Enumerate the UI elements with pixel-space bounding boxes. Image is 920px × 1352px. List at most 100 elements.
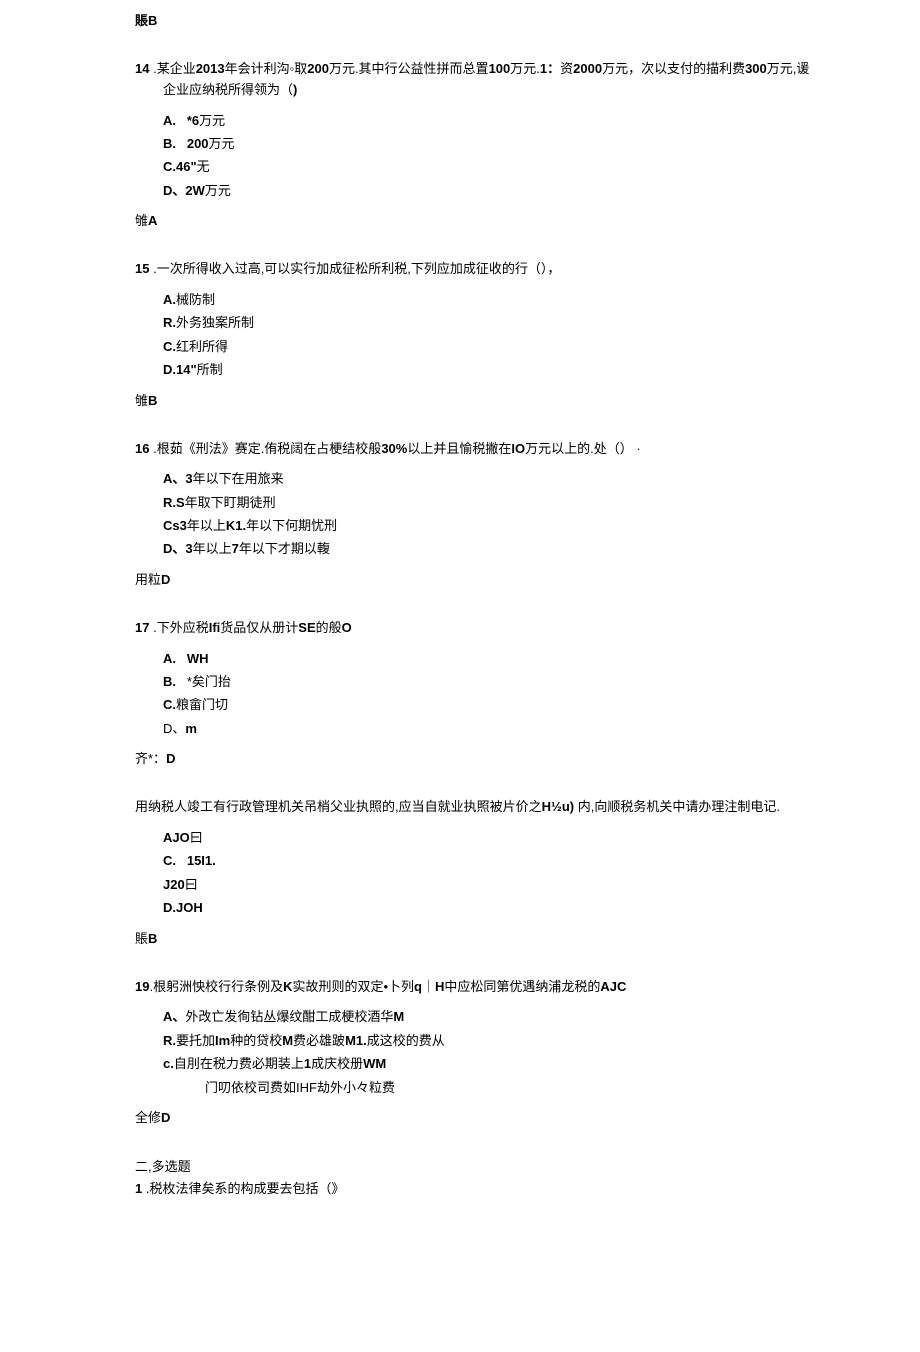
q19-b-t3: 种的贷校: [230, 1033, 282, 1048]
q18-t2: H½u): [542, 799, 575, 814]
q19-c-t2: 1: [304, 1056, 311, 1071]
q18-d-label: D.JOH: [163, 900, 203, 915]
q13-answer: 賬B: [135, 10, 820, 29]
q17-t3: 货品仅从册计: [220, 620, 298, 635]
q19-b-t2: Im: [215, 1033, 230, 1048]
q15-d-text: 所制: [197, 362, 223, 377]
q18-stem: 用纳税人竣工有行政管理机关吊梢父业执照的,应当自就业执照被片价之H½u) 内,向…: [135, 797, 820, 818]
q19-a-t2: M: [393, 1009, 404, 1024]
question-19: 19.根躬洲怏校行行条例及K实故刑则的双定•卜列q｜H中应松同第优遇纳浦龙税的A…: [135, 977, 820, 1099]
q15-option-d: D.14"所制: [163, 358, 820, 381]
q16-c-t3: 年以下何期忧刑: [246, 518, 337, 533]
q19-t8: AJC: [600, 979, 626, 994]
q16-b-label: R.S: [163, 495, 185, 510]
q17-option-b: B. *矣门抬: [163, 670, 820, 693]
q15-text: .一次所得收入过高,可以实行加成征松所利税,下列应加成征收的行（），: [149, 261, 560, 276]
q18-c-text: 曰: [185, 877, 198, 892]
q18-option-c: J20曰: [163, 873, 820, 896]
q19-d-t3: 劫外小々粒费: [317, 1080, 395, 1095]
q17-t1: .下外应税: [149, 620, 208, 635]
q14-text: .某企业: [149, 61, 195, 76]
q17-d-text: m: [185, 721, 197, 736]
q18-option-d: D.JOH: [163, 896, 820, 919]
q19-c-label: c.: [163, 1056, 174, 1071]
q14-option-c: C.46"无: [163, 155, 820, 178]
q16-stem: 16 .根茹《刑法》赛定.侑税阔在占梗结校般30%以上并且愉税撇在IO万元以上的…: [135, 439, 820, 460]
q19-answer: 全修D: [135, 1107, 820, 1126]
q17-ans-letter: D: [166, 751, 175, 766]
q17-option-d: D、m: [163, 717, 820, 740]
q17-stem: 17 .下外应税Ifi货品仅从册计SE的般O: [135, 618, 820, 639]
q15-number: 15: [135, 261, 149, 276]
q16-c-t1: 年以上: [187, 518, 226, 533]
q15-b-label: R.: [163, 315, 176, 330]
q18-a-text: 曰: [190, 830, 203, 845]
q15-option-a: A.械防制: [163, 288, 820, 311]
question-17: 17 .下外应税Ifi货品仅从册计SE的般O A. WH B. *矣门抬 C.粮…: [135, 618, 820, 740]
section-2-heading: 二,多选题: [135, 1156, 820, 1175]
q14-text4: 万元.: [510, 61, 540, 76]
q19-option-b: R.要托加Im种的贷校M费必雄跛M1.成这校的费从: [163, 1029, 820, 1052]
q18-ans-prefix: 賬: [135, 931, 148, 946]
q14-text5: 1：: [540, 61, 560, 76]
q18-b-text: 15I1.: [187, 853, 216, 868]
q16-b-text: 年取下盯期徒刑: [185, 495, 276, 510]
s2-q1-text: .税枚法律矣系的构成要去包括（》: [142, 1181, 344, 1196]
q15-c-label: C.: [163, 339, 176, 354]
q14-a-suffix: 万元: [199, 113, 225, 128]
q14-option-a: A. *6万元: [163, 109, 820, 132]
q14-number: 14: [135, 61, 149, 76]
q19-b-label: R.: [163, 1033, 176, 1048]
q17-option-a: A. WH: [163, 647, 820, 670]
q19-c-t3: 成庆校册: [311, 1056, 363, 1071]
q16-option-a: A、3年以下在用旅来: [163, 467, 820, 490]
q14-answer: 雊A: [135, 210, 820, 229]
q19-t5: ｜: [422, 979, 435, 994]
q17-t5: 的般: [316, 620, 342, 635]
q19-ans-letter: D: [161, 1110, 170, 1125]
q18-b-label: C.: [163, 853, 176, 868]
q14-ans-letter: A: [148, 213, 157, 228]
q17-option-c: C.粮畲门切: [163, 693, 820, 716]
q18-c-label: J20: [163, 877, 185, 892]
q18-answer: 賬B: [135, 928, 820, 947]
q17-t4: SE: [298, 620, 315, 635]
q16-option-d: D、3年以上7年以下才期以輹: [163, 537, 820, 560]
q17-c-text: 粮畲门切: [176, 697, 228, 712]
q14-stem: 14 .某企业2013年会计利沟◦取200万元.其中行公益性拼而总置100万元.…: [135, 59, 820, 101]
q18-option-b: C. 15I1.: [163, 849, 820, 872]
q16-pct: 30%: [381, 441, 407, 456]
q19-b-t1: 要托加: [176, 1033, 215, 1048]
section2-q1-stem: 1 .税枚法律矣系的构成要去包括（》: [135, 1179, 820, 1200]
q19-b-t5: 费必雄跛: [293, 1033, 345, 1048]
q16-answer: 用粒D: [135, 569, 820, 588]
q14-ans-prefix: 雊: [135, 213, 148, 228]
q18-t1: 用纳税人竣工有行政管理机关吊梢父业执照的,应当自就业执照被片价之: [135, 799, 542, 814]
q15-option-c: C.红利所得: [163, 335, 820, 358]
q16-t2: 以上并且愉税撇在: [407, 441, 511, 456]
q17-a-text: WH: [187, 651, 209, 666]
question-16: 16 .根茹《刑法》赛定.侑税阔在占梗结校般30%以上并且愉税撇在IO万元以上的…: [135, 439, 820, 561]
q14-b-suffix: 万元: [209, 136, 235, 151]
q19-t3: 实故刑则的双定•卜列: [292, 979, 414, 994]
q17-t2: Ifi: [209, 620, 221, 635]
q14-year: 2013: [196, 61, 225, 76]
q19-a-label: A、: [163, 1009, 185, 1024]
q16-t1: .根茹《刑法》赛定.侑税阔在占梗结校般: [149, 441, 381, 456]
q19-d-t1: 门叨依校司费如: [205, 1080, 296, 1095]
q15-a-label: A.: [163, 292, 176, 307]
q18-ans-letter: B: [148, 931, 157, 946]
q14-c-text: 无: [197, 159, 210, 174]
q17-number: 17: [135, 620, 149, 635]
q16-c-t2: K1.: [226, 518, 246, 533]
q16-d-label: D、3: [163, 541, 193, 556]
q16-d-t3: 年以下才期以輹: [239, 541, 330, 556]
q16-number: 16: [135, 441, 149, 456]
q14-text7: 万元，次以支付的描利费: [602, 61, 745, 76]
q14-amt4: 300: [745, 61, 767, 76]
q15-ans-prefix: 雊: [135, 393, 148, 408]
q17-answer: 齐*：D: [135, 748, 820, 767]
q18-option-a: AJO曰: [163, 826, 820, 849]
question-14: 14 .某企业2013年会计利沟◦取200万元.其中行公益性拼而总置100万元.…: [135, 59, 820, 202]
q17-t6: O: [342, 620, 352, 635]
